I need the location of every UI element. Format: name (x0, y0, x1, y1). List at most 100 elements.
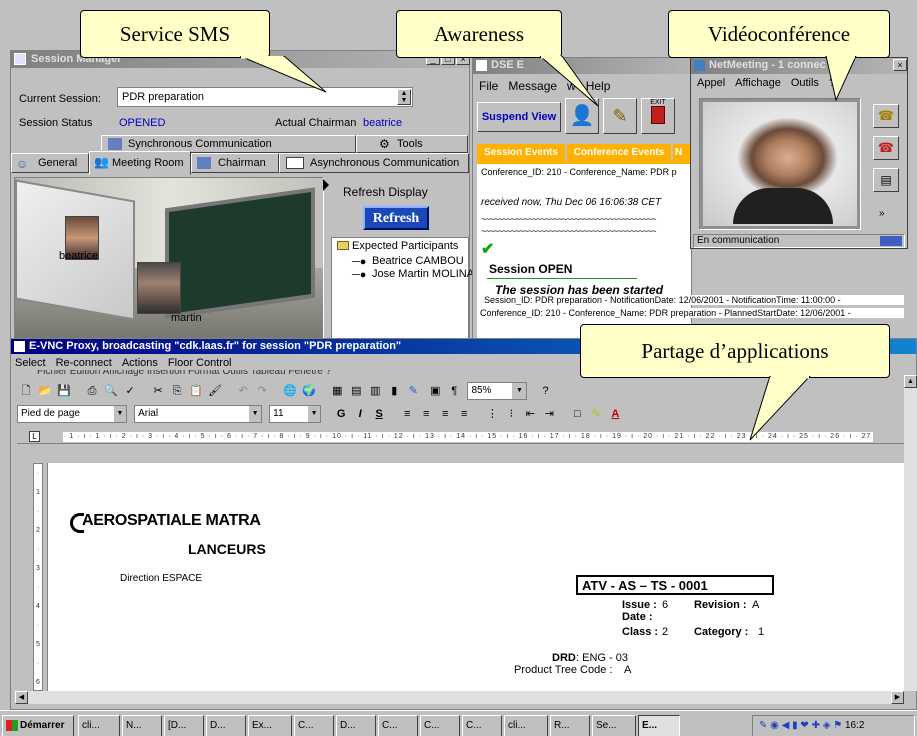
spinner-icon[interactable]: ▲ ▼ (397, 89, 411, 105)
align-right-icon[interactable]: ≡ (436, 405, 454, 423)
scroll-left-button[interactable]: ◀ (15, 691, 28, 704)
menu-reconnect[interactable]: Re-connect (56, 357, 112, 369)
taskbar-item[interactable]: C... (378, 715, 418, 736)
netmeeting-close-button[interactable]: × (893, 59, 907, 71)
menu-appel[interactable]: Appel (697, 77, 725, 89)
directory-button[interactable]: ▤ (873, 168, 899, 192)
menu-actions[interactable]: Actions (122, 357, 158, 369)
indent-icon[interactable]: ⇥ (540, 405, 558, 423)
participant-item[interactable]: Beatrice CAMBOU (372, 255, 464, 267)
bold-icon[interactable]: G (332, 405, 350, 423)
taskbar-item[interactable]: Se... (592, 715, 636, 736)
highlight-icon[interactable]: ✎ (587, 405, 605, 423)
call-button[interactable]: ☎ (873, 104, 899, 128)
preview-icon[interactable]: 🔍 (102, 382, 120, 400)
video-feed (703, 102, 857, 226)
tray-icons[interactable]: ✎ ◉ ◀ ▮ ❤ ✚ ◈ ⚑ (759, 720, 845, 731)
dropdown-arrow-icon: ▼ (114, 406, 126, 422)
taskbar-item[interactable]: cli... (78, 715, 120, 736)
dse-title: DSE E (491, 59, 525, 71)
tab-selector-icon[interactable]: L (29, 431, 40, 442)
exit-button[interactable]: EXIT (641, 98, 675, 134)
print-icon[interactable]: ⎙ (83, 382, 101, 400)
menu-outils[interactable]: Outils (791, 77, 819, 89)
bullets-icon[interactable]: ⁝ (502, 405, 520, 423)
web-icon[interactable]: 🌍 (300, 382, 318, 400)
scroll-right-button[interactable]: ▶ (891, 691, 904, 704)
help-icon[interactable]: ? (537, 382, 555, 400)
taskbar-item[interactable]: [D... (164, 715, 204, 736)
cut-icon[interactable]: ✂ (149, 382, 167, 400)
splitter-arrow-icon[interactable] (323, 179, 329, 191)
video-person-body (733, 188, 833, 224)
tab-chairman[interactable]: Chairman (191, 153, 279, 173)
copy-icon[interactable]: ⎘ (168, 382, 186, 400)
paste-icon[interactable]: 📋 (187, 382, 205, 400)
underline-icon[interactable]: S (370, 405, 388, 423)
taskbar-item[interactable]: C... (462, 715, 502, 736)
taskbar-item-active[interactable]: E... (638, 715, 680, 736)
menu-file[interactable]: File (479, 79, 498, 93)
tab-tools[interactable]: ⚙ Tools (356, 135, 468, 153)
horizontal-scrollbar[interactable]: ◀ ▶ (15, 691, 904, 704)
taskbar-item[interactable]: N... (122, 715, 162, 736)
taskbar-item[interactable]: D... (206, 715, 246, 736)
align-center-icon[interactable]: ≡ (417, 405, 435, 423)
taskbar-item[interactable]: C... (294, 715, 334, 736)
taskbar-item[interactable]: C... (420, 715, 460, 736)
outdent-icon[interactable]: ⇤ (521, 405, 539, 423)
italic-icon[interactable]: I (351, 405, 369, 423)
numbering-icon[interactable]: ⋮ (483, 405, 501, 423)
hangup-button[interactable]: ☎ (873, 136, 899, 160)
columns-icon[interactable]: ▮ (385, 382, 403, 400)
dse-tab-conference-events[interactable]: Conference Events (567, 144, 671, 162)
taskbar-item[interactable]: R... (550, 715, 590, 736)
doc-map-icon[interactable]: ▣ (426, 382, 444, 400)
taskbar-item[interactable]: cli... (504, 715, 548, 736)
excel-icon[interactable]: ▥ (366, 382, 384, 400)
undo-icon[interactable]: ↶ (234, 382, 252, 400)
start-button[interactable]: Démarrer (2, 715, 74, 736)
save-icon[interactable]: 💾 (55, 382, 73, 400)
menu-select[interactable]: Select (15, 357, 46, 369)
menu-affichage[interactable]: Affichage (735, 77, 781, 89)
menu-floor-control[interactable]: Floor Control (168, 357, 232, 369)
taskbar-item[interactable]: Ex... (248, 715, 292, 736)
revision-label: Revision : (694, 599, 747, 611)
netmeeting-title: NetMeeting - 1 connec (709, 59, 826, 71)
new-doc-icon[interactable]: 🗋 (17, 382, 35, 400)
dse-tab-session-events[interactable]: Session Events (477, 144, 565, 162)
open-icon[interactable]: 📂 (36, 382, 54, 400)
avatar-martin[interactable] (137, 262, 181, 314)
justify-icon[interactable]: ≡ (455, 405, 473, 423)
tab-general[interactable]: ☺ General (11, 153, 89, 173)
document-page[interactable]: AEROSPATIALE MATRA LANCEURS Direction ES… (47, 463, 905, 691)
taskbar-item[interactable]: D... (336, 715, 376, 736)
scroll-up-button[interactable]: ▲ (904, 375, 917, 388)
spell-icon[interactable]: ✓ (121, 382, 139, 400)
font-color-icon[interactable]: A (606, 405, 624, 423)
zoom-select[interactable]: 85% ▼ (467, 382, 528, 400)
vertical-scrollbar[interactable]: ▲ (904, 375, 917, 691)
hyperlink-icon[interactable]: 🌐 (281, 382, 299, 400)
tab-asynchronous[interactable]: Asynchronous Communication (279, 153, 469, 173)
align-left-icon[interactable]: ≡ (398, 405, 416, 423)
word-format-toolbar: Pied de page ▼ Arial ▼ 11 ▼ GIS ≡ ≡ ≡ ≡ ⋮ ⁝ ⇤… (17, 405, 677, 427)
size-select[interactable]: 11 ▼ (269, 405, 322, 423)
participant-item[interactable]: Jose Martin MOLINA (372, 268, 474, 280)
font-select[interactable]: Arial ▼ (134, 405, 263, 423)
style-select[interactable]: Pied de page ▼ (17, 405, 127, 423)
avatar-martin-label: martin (171, 312, 202, 324)
refresh-button[interactable]: Refresh (363, 206, 429, 230)
pilcrow-icon[interactable]: ¶ (445, 382, 463, 400)
tab-meeting-room[interactable]: 👥 Meeting Room (89, 151, 191, 175)
table-icon[interactable]: ▦ (328, 382, 346, 400)
expand-icon[interactable]: » (879, 208, 885, 219)
word-standard-toolbar: 🗋 📂 💾 ⎙ 🔍 ✓ ✂ ⎘ 📋 🖌 ↶ ↷ 🌐 🌍 ▦ ▤ ▥ ▮ ✎ ▣ ¶ 85% ▼ ? (17, 382, 677, 404)
callout-label: Service SMS (119, 21, 231, 46)
insert-table-icon[interactable]: ▤ (347, 382, 365, 400)
format-painter-icon[interactable]: 🖌 (206, 382, 224, 400)
drawing-icon[interactable]: ✎ (404, 382, 422, 400)
border-icon[interactable]: □ (568, 405, 586, 423)
redo-icon[interactable]: ↷ (253, 382, 271, 400)
